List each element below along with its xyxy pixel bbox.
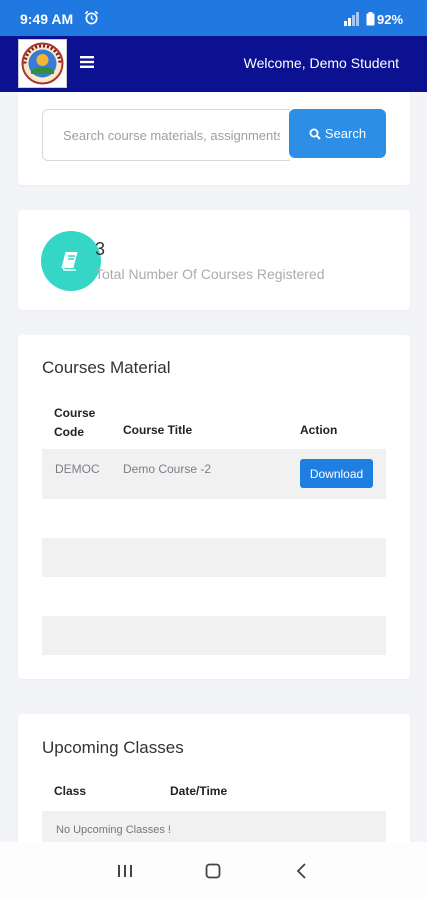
course-code-cell: DEMOC	[55, 462, 100, 476]
search-button-label: Search	[324, 126, 367, 141]
table-row	[42, 499, 386, 538]
courses-material-card: Courses Material Course Code Course Titl…	[18, 335, 410, 679]
column-header-course-code: Course Code	[54, 404, 114, 442]
recent-apps-icon[interactable]	[116, 862, 134, 880]
system-nav-bar	[0, 842, 427, 900]
back-icon[interactable]	[293, 862, 311, 880]
search-icon	[309, 128, 321, 140]
upcoming-classes-card: Upcoming Classes Class Date/Time No Upco…	[18, 714, 410, 842]
welcome-text[interactable]: Welcome, Demo Student	[244, 55, 399, 71]
column-header-class: Class	[54, 784, 87, 798]
signal-icon	[344, 12, 359, 26]
battery-percent: 92%	[377, 12, 404, 27]
battery-icon	[366, 12, 375, 26]
book-icon	[61, 252, 78, 271]
top-navbar: Welcome, Demo Student	[0, 36, 427, 92]
column-header-action: Action	[300, 423, 338, 437]
search-card: Search	[18, 92, 410, 185]
empty-state-text: No Upcoming Classes !	[56, 824, 171, 836]
column-header-datetime: Date/Time	[170, 784, 228, 798]
table-row	[42, 616, 386, 655]
alarm-icon	[84, 10, 99, 25]
courses-count-label: Total Number Of Courses Registered	[95, 266, 325, 282]
courses-count: 3	[95, 239, 106, 259]
home-icon[interactable]	[204, 862, 222, 880]
upcoming-classes-title: Upcoming Classes	[42, 738, 184, 757]
table-row: DEMOC Demo Course -2 Download	[42, 449, 386, 499]
menu-icon[interactable]	[80, 55, 94, 69]
download-button[interactable]: Download	[300, 459, 373, 488]
column-header-course-code-line1: Course	[54, 406, 96, 420]
logo-emblem	[21, 42, 64, 85]
search-input[interactable]	[42, 109, 290, 161]
status-bar: 9:49 AM 92%	[0, 0, 427, 36]
column-header-course-title: Course Title	[123, 423, 193, 437]
table-row: No Upcoming Classes !	[42, 811, 386, 842]
table-row	[42, 577, 386, 616]
stats-card	[18, 210, 410, 310]
status-time: 9:49 AM	[20, 11, 74, 27]
search-button[interactable]: Search	[289, 109, 386, 158]
logo[interactable]	[18, 39, 67, 88]
courses-material-title: Courses Material	[42, 358, 171, 377]
stats-icon-circle	[41, 231, 101, 291]
table-row	[42, 538, 386, 577]
column-header-course-code-line2: Code	[54, 425, 84, 439]
course-title-cell: Demo Course -2	[123, 462, 212, 476]
main-content[interactable]: Search 3 Total Number Of Courses Registe…	[0, 92, 427, 842]
